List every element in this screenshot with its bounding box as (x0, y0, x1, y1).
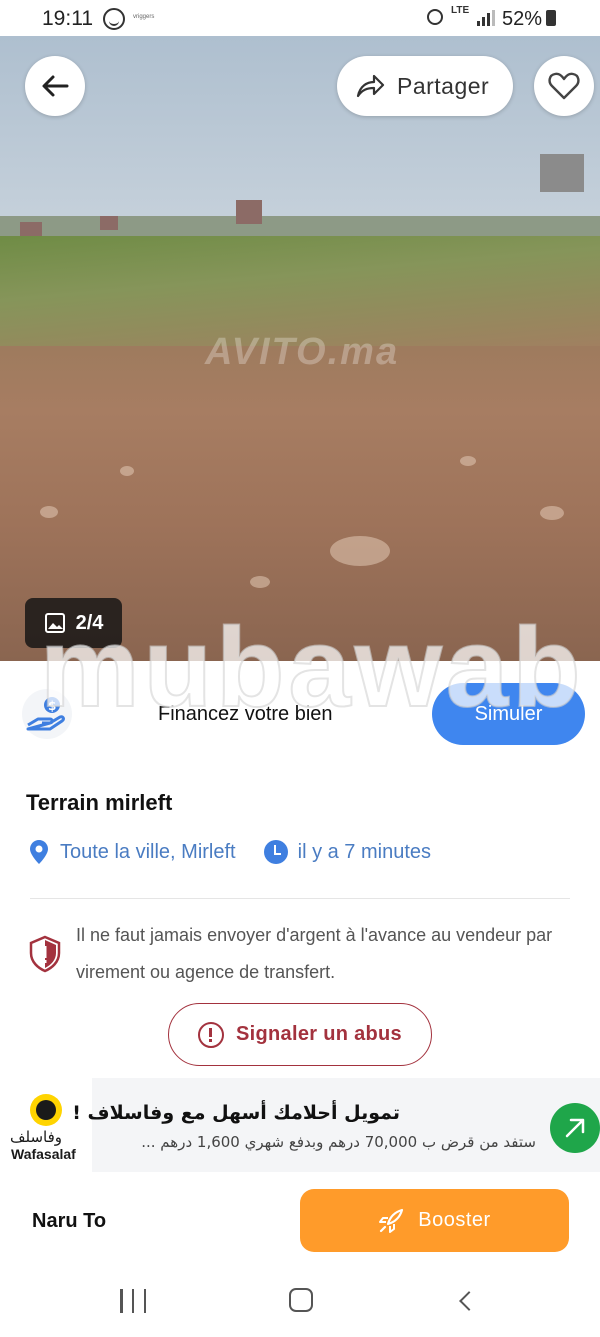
ad-open-button[interactable] (550, 1103, 600, 1153)
ad-banner[interactable]: وفاسلف Wafasalaf تمويل أحلامك أسهل مع وف… (0, 1078, 600, 1172)
alert-icon (198, 1021, 225, 1048)
rocket-icon (379, 1208, 404, 1233)
home-button[interactable] (289, 1288, 313, 1312)
wafasalaf-logo-latin: Wafasalaf (11, 1146, 76, 1162)
ad-subtitle: ستفد من قرض ب 70,000 درهم وبدفع شهري 1,6… (141, 1133, 536, 1151)
finance-row: $ Financez votre bien Simuler (0, 661, 600, 771)
wafasalaf-logo: وفاسلف Wafasalaf (0, 1078, 92, 1172)
svg-text:$: $ (48, 699, 56, 713)
photo-rock (330, 536, 390, 566)
battery-percent: 52% (502, 8, 543, 30)
heart-icon (548, 72, 580, 100)
photo-rock (250, 576, 270, 588)
system-nav-bar (0, 1270, 600, 1337)
photo-watermark: AVITO.ma (205, 331, 400, 373)
battery-icon (546, 10, 556, 26)
location-pin-icon (30, 840, 48, 864)
wafasalaf-logo-mark (30, 1094, 62, 1126)
booster-label: Booster (418, 1209, 491, 1231)
status-time: 19:11 (42, 7, 93, 30)
listing-location[interactable]: Toute la ville, Mirleft (60, 841, 236, 864)
wafasalaf-logo-arabic: وفاسلف (10, 1128, 63, 1146)
report-abuse-label: Signaler un abus (236, 1023, 402, 1045)
back-button[interactable] (25, 56, 85, 116)
recents-button[interactable] (120, 1289, 146, 1313)
status-tiny-label: vriggers (133, 14, 155, 20)
network-label: LTE (451, 5, 470, 16)
bottom-bar: Naru To Booster (0, 1172, 600, 1270)
signal-icon (477, 10, 495, 26)
status-bar: 19:11 vriggers LTE 52% (0, 0, 600, 36)
listing-photo[interactable]: AVITO.ma (0, 36, 600, 661)
report-abuse-button[interactable]: Signaler un abus (168, 1003, 432, 1066)
photo-building (100, 216, 118, 230)
simuler-button[interactable]: Simuler (432, 683, 585, 745)
listing-time: il y a 7 minutes (297, 840, 432, 863)
photo-rock (540, 506, 564, 520)
photo-building (236, 200, 262, 224)
share-label: Partager (397, 72, 490, 99)
alarm-icon (427, 9, 443, 25)
smiley-icon (103, 8, 125, 30)
photo-building (540, 154, 584, 192)
finance-label: Financez votre bien (158, 703, 333, 725)
favorite-button[interactable] (534, 56, 594, 116)
nav-back-button[interactable] (459, 1291, 479, 1311)
safety-warning: Il ne faut jamais envoyer d'argent à l'a… (76, 925, 553, 982)
photo-counter: 2/4 (25, 598, 122, 648)
listing-title: Terrain mirleft (26, 790, 173, 815)
back-arrow-icon (42, 75, 69, 97)
share-icon (356, 74, 385, 98)
photo-rock (40, 506, 58, 518)
photo-counter-label: 2/4 (75, 611, 104, 634)
booster-button[interactable]: Booster (300, 1189, 569, 1252)
photo-grass (0, 236, 600, 346)
share-button[interactable]: Partager (337, 56, 513, 116)
shield-icon (29, 935, 61, 973)
listing-meta: Toute la ville, Mirleft il y a 7 minutes (30, 840, 431, 864)
clock-icon (263, 840, 288, 864)
finance-hand-icon: $ (22, 689, 72, 739)
photo-rock (460, 456, 476, 466)
divider (30, 898, 570, 899)
seller-name[interactable]: Naru To (32, 1210, 106, 1233)
image-icon (44, 613, 65, 633)
arrow-up-right-icon (565, 1118, 585, 1138)
ad-title: تمويل أحلامك أسهل مع وفاسلاف ! (72, 1102, 400, 1124)
photo-rock (120, 466, 134, 476)
photo-sky (0, 36, 600, 226)
